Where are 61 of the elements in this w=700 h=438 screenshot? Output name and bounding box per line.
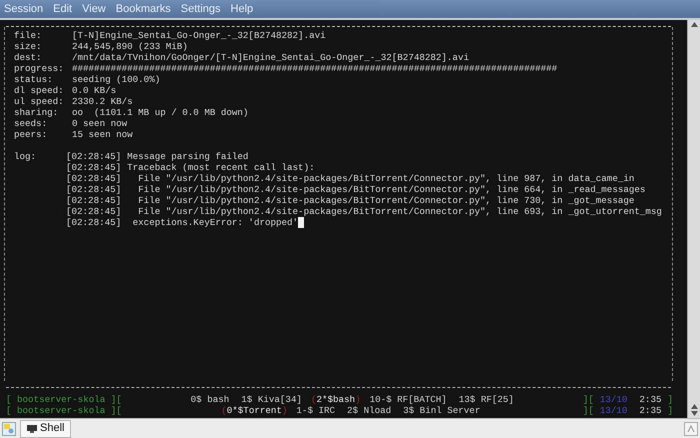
field-value: ######################################################################################## — [72, 63, 558, 74]
log-time: [02:28:45] — [66, 173, 122, 184]
field-value: /mnt/data/TVnihon/GoOnger/[T-N]Engine_Sentai_Go-Onger_-_32[B2748282].avi — [72, 52, 469, 63]
field-value: seeding (100.0%) — [72, 74, 160, 85]
bracket: ] — [667, 394, 673, 405]
log-time: [02:28:45] — [66, 184, 122, 195]
screen-window[interactable]: 13$ RF[25] — [458, 394, 514, 405]
screen-window[interactable]: (2*$bash) — [310, 394, 361, 405]
date-text: 13/10 — [600, 405, 628, 416]
field-value: [T-N]Engine_Sentai_Go-Onger_-_32[B2748282].avi — [72, 30, 326, 41]
field-value: 0 seen now — [72, 118, 128, 129]
text-cursor — [298, 217, 304, 228]
field-label: ul speed: — [14, 96, 65, 107]
log-message: File "/usr/lib/python2.4/site-packages/BitTorrent/Connector.py", line 987, in data_came_in — [137, 173, 634, 184]
log-time: [02:28:45] — [66, 195, 122, 206]
field-value: 2330.2 KB/s — [72, 96, 133, 107]
field-label: file: — [14, 30, 43, 41]
scroll-up-icon[interactable] — [690, 404, 698, 409]
date-text: 13/10 — [600, 394, 628, 405]
bracket: ][ — [582, 405, 594, 416]
monitor-icon — [27, 424, 37, 432]
scroll-up-icon[interactable] — [690, 22, 698, 27]
log-time: [02:28:45] — [66, 151, 122, 162]
host-name: [ bootserver-skola ][ — [6, 405, 122, 416]
field-value: oo (1101.1 MB up / 0.0 MB down) — [72, 107, 248, 118]
time-text: 2:35 — [639, 405, 662, 416]
screen-window[interactable]: 0$ bash — [190, 394, 230, 405]
log-message: Message parsing failed — [127, 151, 248, 162]
log-time: [02:28:45] — [66, 206, 122, 217]
log-message: File "/usr/lib/python2.4/site-packages/BitTorrent/Connector.py", line 730, in _got_message — [137, 195, 634, 206]
screen-window[interactable]: 1-$ IRC — [296, 405, 336, 416]
field-label: dest: — [14, 52, 43, 63]
log-message: File "/usr/lib/python2.4/site-packages/BitTorrent/Connector.py", line 664, in _read_messages — [137, 184, 646, 195]
screen-window[interactable]: 2$ Nload — [347, 405, 392, 416]
log-message: File "/usr/lib/python2.4/site-packages/BitTorrent/Connector.py", line 693, in _got_utorrent_msg — [137, 206, 662, 217]
time-text: 2:35 — [639, 394, 662, 405]
field-label: peers: — [14, 129, 48, 140]
session-tab[interactable]: Shell — [20, 420, 72, 438]
screen-window[interactable]: 10-$ RF[BATCH] — [370, 394, 447, 405]
field-value: 0.0 KB/s — [72, 85, 116, 96]
field-label: dl speed: — [14, 85, 65, 96]
log-time: [02:28:45] — [66, 162, 122, 173]
field-label: seeds: — [14, 118, 48, 129]
bracket: ] — [667, 405, 673, 416]
field-label: sharing: — [14, 107, 60, 118]
scrollbar[interactable] — [687, 20, 700, 418]
field-label: status: — [14, 74, 54, 85]
field-value: 15 seen now — [72, 129, 133, 140]
log-message: Traceback (most recent call last): — [127, 162, 315, 173]
field-label: progress: — [14, 63, 65, 74]
screen-window[interactable]: 3$ Binl Server — [403, 405, 480, 416]
screen-window[interactable]: 1$ Kiva[34] — [241, 394, 302, 405]
field-label: size: — [14, 41, 43, 52]
field-value: 244,545,890 (233 MiB) — [72, 41, 188, 52]
bracket: ][ — [582, 394, 594, 405]
scroll-down-icon[interactable] — [690, 411, 698, 416]
screen-window[interactable]: (0*$Torrent) — [221, 405, 288, 416]
host-name: [ bootserver-skola ][ — [6, 394, 122, 405]
log-message: exceptions.KeyError: 'dropped' — [132, 217, 298, 228]
log-time: [02:28:45] — [66, 217, 122, 228]
log-label: log: — [14, 151, 38, 164]
